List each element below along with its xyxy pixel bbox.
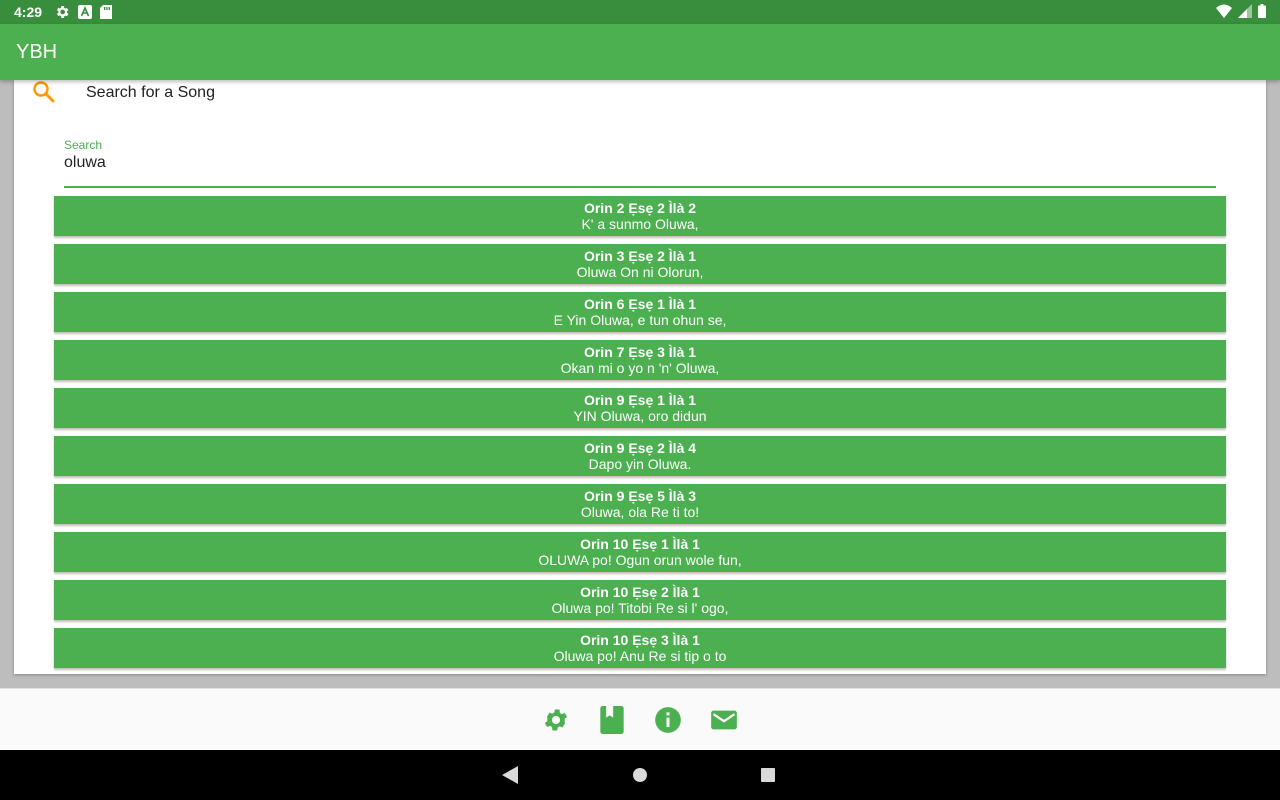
- result-line: Oluwa po! Titobi Re si l' ogo,: [551, 600, 729, 616]
- result-line: Oluwa po! Anu Re si tip o to: [553, 648, 727, 664]
- search-card: Search for a Song Search Orin 2 Ẹsẹ 2 Ìl…: [14, 80, 1266, 674]
- result-item[interactable]: Orin 9 Ẹsẹ 1 Ìlà 1 YIN Oluwa, oro didun: [54, 388, 1226, 428]
- recents-icon[interactable]: [760, 766, 776, 789]
- result-reference: Orin 10 Ẹsẹ 1 Ìlà 1: [580, 536, 700, 552]
- result-reference: Orin 10 Ẹsẹ 3 Ìlà 1: [580, 632, 700, 648]
- result-line: Dapo yin Oluwa.: [588, 456, 692, 472]
- search-header: Search for a Song: [14, 80, 1266, 106]
- wifi-icon: [1216, 4, 1232, 21]
- result-reference: Orin 6 Ẹsẹ 1 Ìlà 1: [583, 296, 697, 312]
- app-bar: YBH: [0, 24, 1280, 80]
- result-item[interactable]: Orin 6 Ẹsẹ 1 Ìlà 1E Yin Oluwa, e tun ohu…: [54, 292, 1226, 332]
- settings-icon: [544, 709, 568, 731]
- result-reference: Orin 3 Ẹsẹ 2 Ìlà 1: [583, 248, 697, 264]
- system-nav-bar: [0, 750, 1280, 800]
- status-notification-icons: [54, 4, 113, 20]
- home-icon[interactable]: [632, 766, 648, 789]
- sd-card-icon: [100, 5, 113, 19]
- result-line: K' a sunmo Oluwa,: [581, 216, 699, 232]
- bottom-action-bar: [0, 688, 1280, 751]
- result-item[interactable]: Orin 3 Ẹsẹ 2 Ìlà 1 Oluwa On ni Olorun,: [54, 244, 1226, 284]
- a-icon: [78, 5, 93, 19]
- result-reference: Orin 7 Ẹsẹ 3 Ìlà 1: [583, 344, 697, 360]
- search-input[interactable]: [64, 154, 1216, 172]
- result-item[interactable]: Orin 7 Ẹsẹ 3 Ìlà 1 Okan mi o yo n 'n' Olu…: [54, 340, 1226, 380]
- result-line: Okan mi o yo n 'n' Oluwa,: [560, 360, 720, 376]
- info-icon: [655, 707, 681, 733]
- settings-button[interactable]: [542, 706, 570, 734]
- settings-icon: [54, 4, 70, 20]
- result-item[interactable]: Orin 9 Ẹsẹ 5 Ìlà 3 Oluwa, ola Re ti to!: [54, 484, 1226, 524]
- result-line: Oluwa On ni Olorun,: [576, 264, 704, 280]
- search-icon: [32, 80, 56, 111]
- book-button[interactable]: [598, 706, 626, 734]
- result-reference: Orin 10 Ẹsẹ 2 Ìlà 1: [580, 584, 700, 600]
- result-reference: Orin 9 Ẹsẹ 1 Ìlà 1: [583, 392, 697, 408]
- back-icon[interactable]: [502, 766, 518, 789]
- info-button[interactable]: [654, 706, 682, 734]
- mail-button[interactable]: [710, 706, 738, 734]
- search-header-label: Search for a Song: [86, 84, 215, 101]
- result-line: OLUWA po! Ogun orun wole fun,: [538, 552, 742, 568]
- results-list: Orin 2 Ẹsẹ 2 Ìlà 2 K' a sunmo Oluwa, Orin …: [54, 196, 1226, 674]
- result-item[interactable]: Orin 10 Ẹsẹ 2 Ìlà 1 Oluwa po! Titobi Re s…: [54, 580, 1226, 620]
- battery-icon: [1258, 3, 1266, 21]
- book-icon: [600, 706, 624, 734]
- status-bar: 4:29: [0, 0, 1280, 24]
- result-reference: Orin 2 Ẹsẹ 2 Ìlà 2: [583, 200, 697, 216]
- result-item[interactable]: Orin 10 Ẹsẹ 1 Ìlà 1 OLUWA po! Ogun orun w…: [54, 532, 1226, 572]
- result-reference: Orin 9 Ẹsẹ 2 Ìlà 4: [583, 440, 697, 456]
- app-title: YBH: [16, 40, 58, 63]
- result-item[interactable]: Orin 9 Ẹsẹ 2 Ìlà 4 Dapo yin Oluwa.: [54, 436, 1226, 476]
- search-field-label: Search: [64, 138, 103, 152]
- search-field[interactable]: Search: [64, 136, 1216, 188]
- mail-icon: [711, 710, 737, 730]
- status-time: 4:29: [14, 4, 43, 20]
- signal-icon: [1238, 3, 1252, 21]
- result-line: E Yin Oluwa, e tun ohun se,: [553, 312, 727, 328]
- status-system-icons: [1216, 0, 1266, 24]
- result-line: YIN Oluwa, oro didun: [573, 408, 707, 424]
- result-item[interactable]: Orin 10 Ẹsẹ 3 Ìlà 1 Oluwa po! Anu Re si t…: [54, 628, 1226, 668]
- result-reference: Orin 9 Ẹsẹ 5 Ìlà 3: [583, 488, 697, 504]
- result-line: Oluwa, ola Re ti to!: [580, 504, 700, 520]
- result-item[interactable]: Orin 2 Ẹsẹ 2 Ìlà 2 K' a sunmo Oluwa,: [54, 196, 1226, 236]
